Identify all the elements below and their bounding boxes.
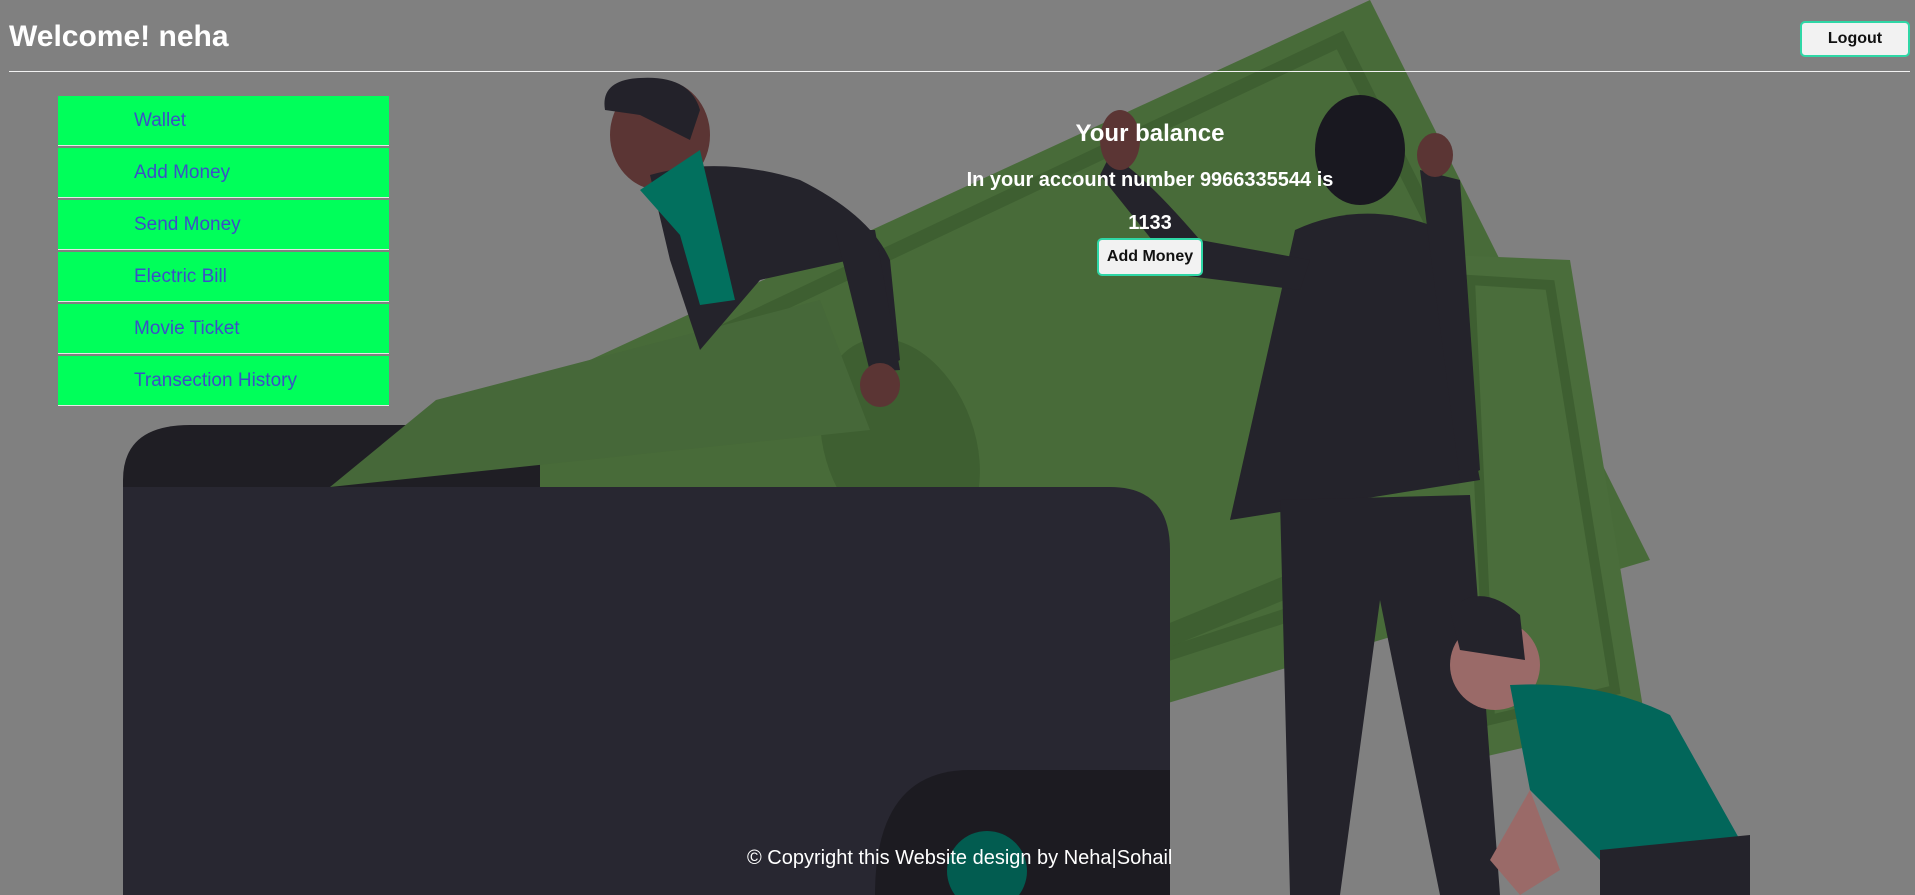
copyright-footer: © Copyright this Website design by Neha|…: [747, 847, 1173, 869]
sidebar-item-label: Send Money: [134, 214, 241, 235]
sidebar-item-label: Wallet: [134, 110, 187, 131]
header: Welcome! neha Logout: [9, 0, 1910, 72]
account-number-text: In your account number 9966335544 is: [966, 169, 1334, 191]
sidebar-item-add-money[interactable]: Add Money: [58, 148, 389, 198]
sidebar-item-wallet[interactable]: Wallet: [58, 96, 389, 146]
sidebar-menu: Wallet Add Money Send Money Electric Bil…: [58, 96, 389, 408]
sidebar-item-label: Add Money: [134, 162, 231, 183]
sidebar-item-label: Electric Bill: [134, 266, 227, 287]
balance-title: Your balance: [1075, 120, 1225, 147]
sidebar-item-transection-history[interactable]: Transection History: [58, 356, 389, 406]
welcome-title: Welcome! neha: [9, 20, 229, 53]
sidebar-item-label: Transection History: [134, 370, 297, 391]
add-money-button[interactable]: Add Money: [1096, 238, 1204, 276]
sidebar-item-movie-ticket[interactable]: Movie Ticket: [58, 304, 389, 354]
balance-amount: 1133: [1128, 212, 1172, 234]
balance-panel: Your balance In your account number 9966…: [900, 118, 1400, 276]
logout-button[interactable]: Logout: [1800, 21, 1910, 57]
sidebar-item-label: Movie Ticket: [134, 318, 240, 339]
sidebar-item-electric-bill[interactable]: Electric Bill: [58, 252, 389, 302]
sidebar-item-send-money[interactable]: Send Money: [58, 200, 389, 250]
